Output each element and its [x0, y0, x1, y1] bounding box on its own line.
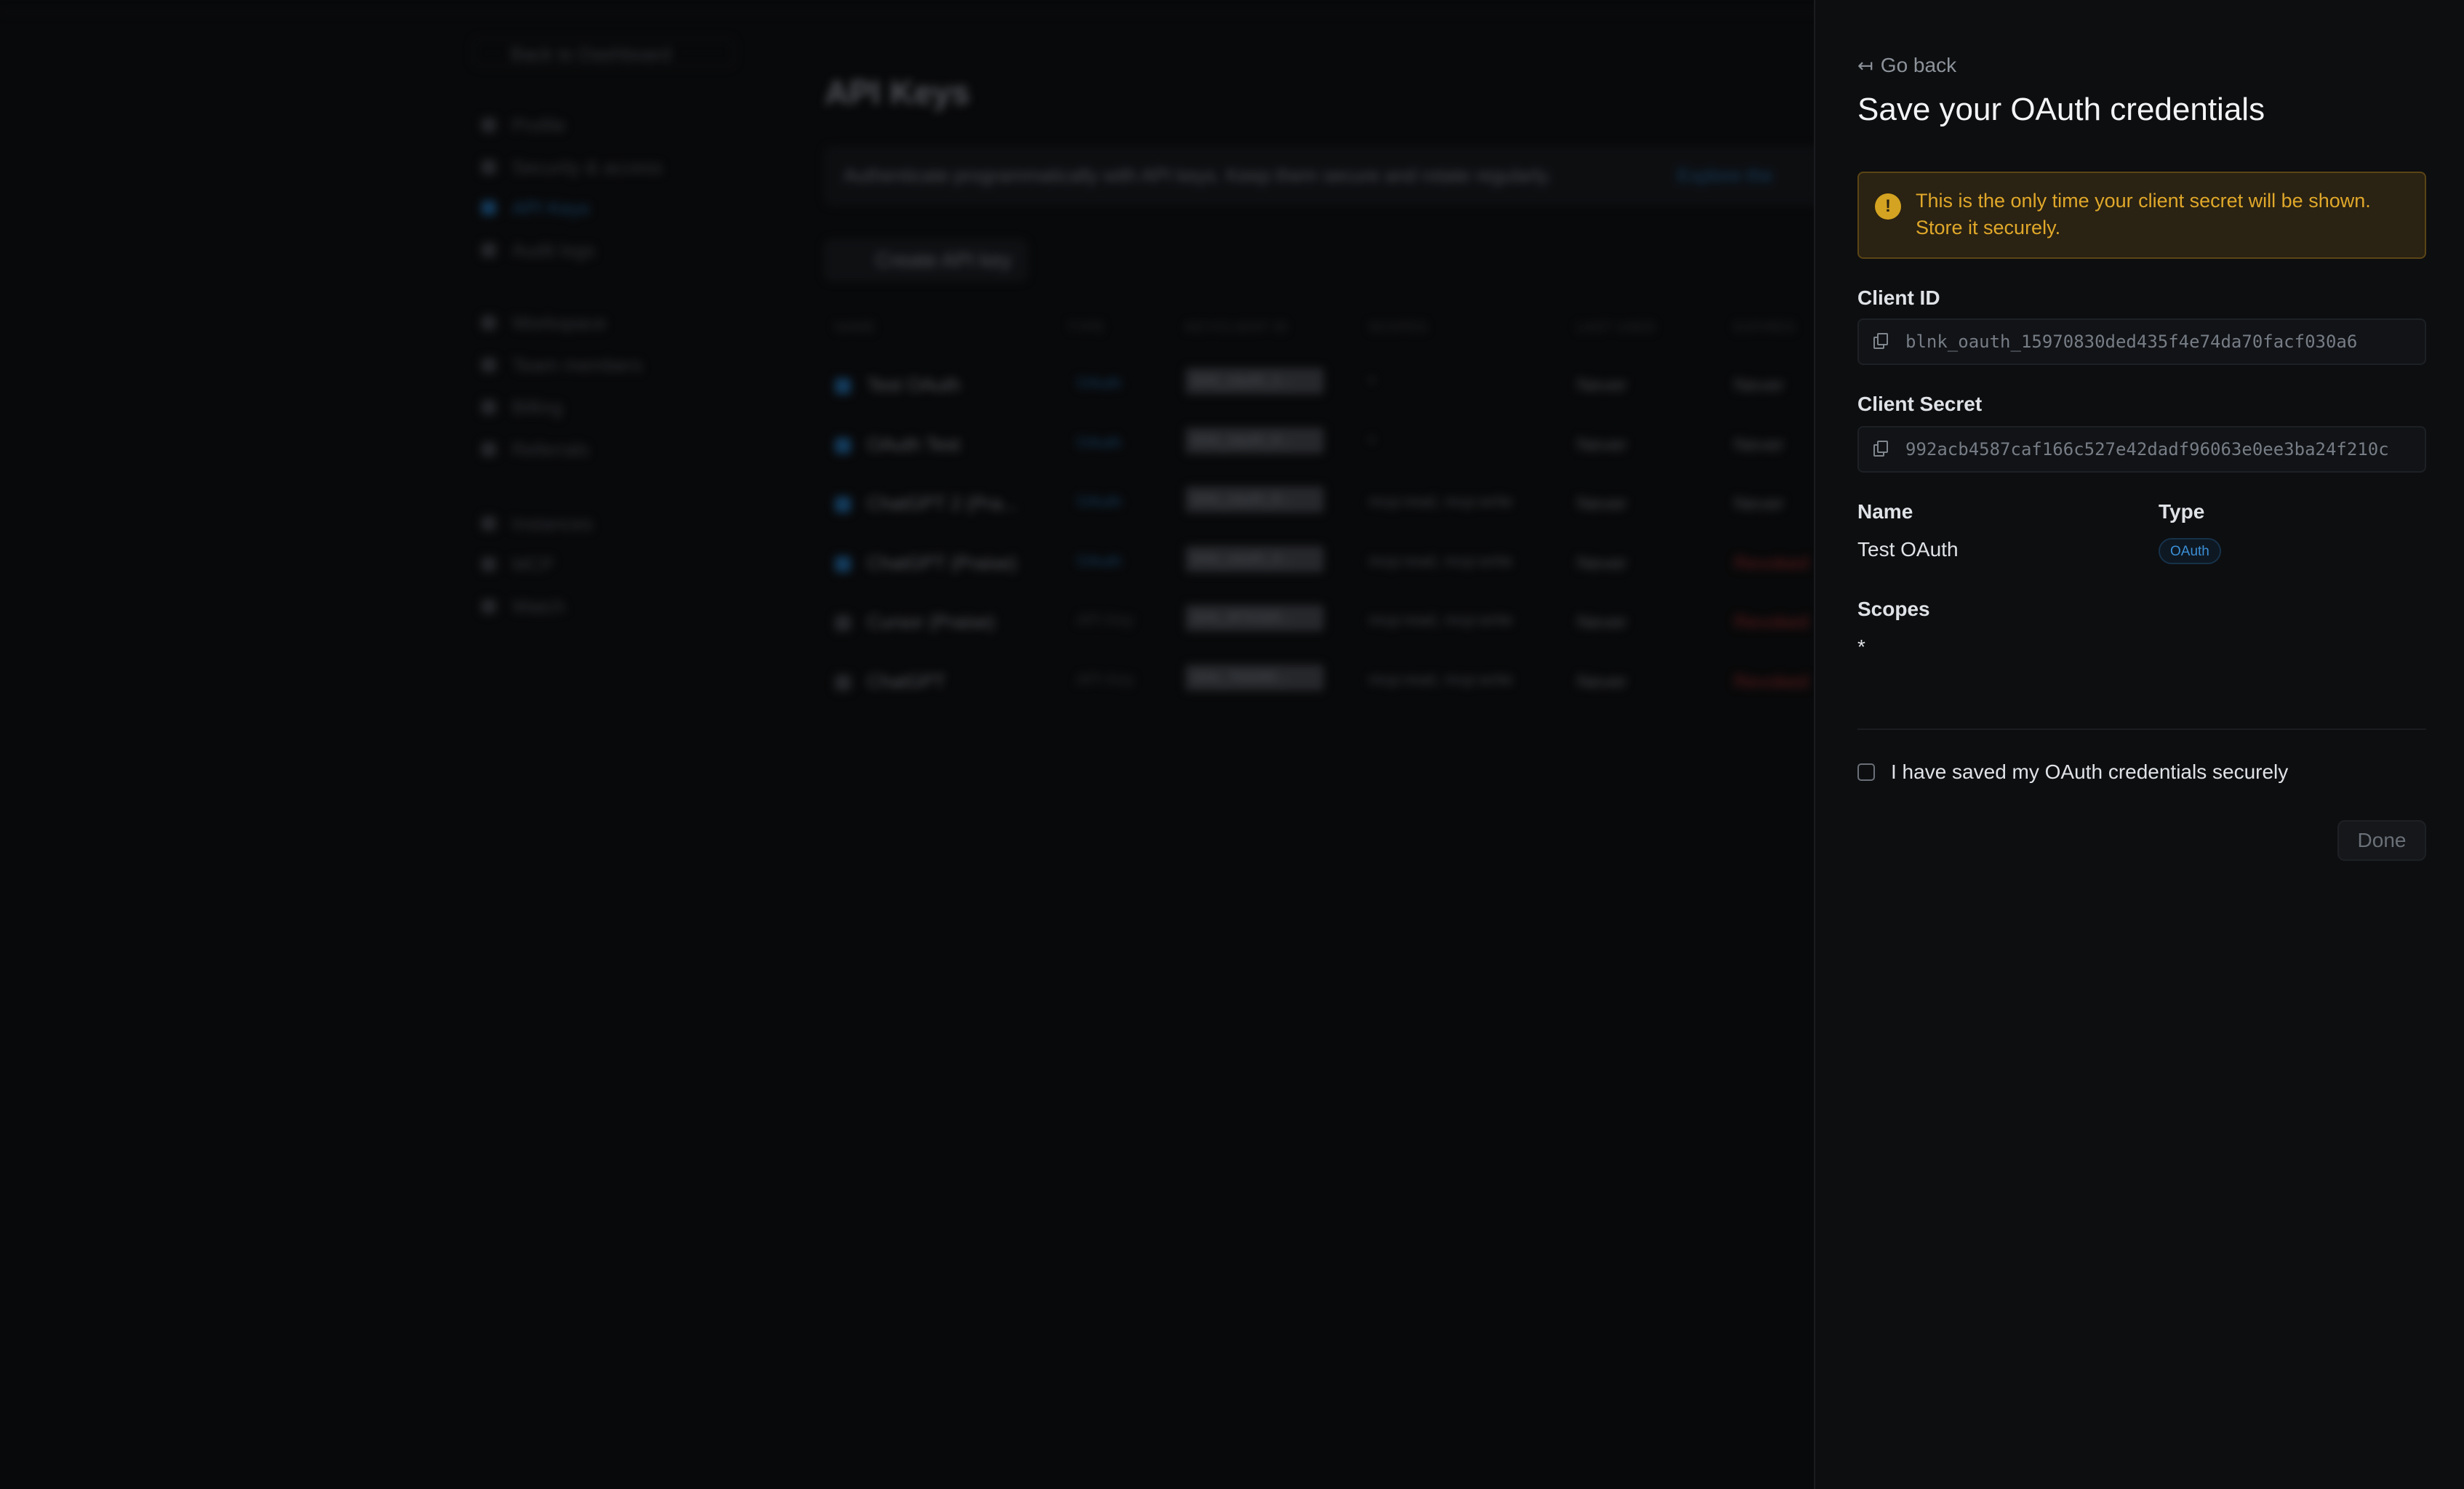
- go-back-link[interactable]: ↤ Go back: [1857, 54, 1956, 77]
- client-id-label: Client ID: [1857, 286, 1940, 309]
- scopes-label: Scopes: [1857, 598, 1930, 620]
- client-secret-field[interactable]: 992acb4587caf166c527e42dadf96063e0ee3ba2…: [1857, 426, 2426, 473]
- type-badge: OAuth: [2159, 538, 2221, 564]
- client-secret-value[interactable]: 992acb4587caf166c527e42dadf96063e0ee3ba2…: [1905, 439, 2389, 459]
- scopes-value: *: [1857, 635, 1865, 658]
- copy-icon[interactable]: [1873, 441, 1891, 458]
- warning-icon: !: [1875, 193, 1901, 220]
- done-button[interactable]: Done: [2337, 820, 2426, 861]
- divider: [1857, 729, 2426, 730]
- client-id-value[interactable]: blnk_oauth_15970830ded435f4e74da70facf03…: [1905, 332, 2357, 352]
- oauth-credentials-panel: ↤ Go back Save your OAuth credentials ! …: [1814, 0, 2464, 1489]
- type-label: Type: [2159, 500, 2205, 523]
- warning-text: This is the only time your client secret…: [1916, 190, 2371, 238]
- arrow-back-icon: ↤: [1857, 54, 1873, 76]
- confirm-checkbox[interactable]: [1857, 763, 1875, 781]
- client-secret-label: Client Secret: [1857, 393, 1983, 415]
- confirm-saved[interactable]: I have saved my OAuth credentials secure…: [1857, 760, 2288, 784]
- confirm-label[interactable]: I have saved my OAuth credentials secure…: [1891, 760, 2288, 784]
- panel-title: Save your OAuth credentials: [1857, 92, 2265, 127]
- name-value: Test OAuth: [1857, 538, 1959, 561]
- go-back-label: Go back: [1880, 54, 1957, 76]
- name-label: Name: [1857, 500, 1913, 523]
- client-id-field[interactable]: blnk_oauth_15970830ded435f4e74da70facf03…: [1857, 318, 2426, 365]
- warning-alert: ! This is the only time your client secr…: [1857, 172, 2426, 259]
- copy-icon[interactable]: [1873, 333, 1891, 350]
